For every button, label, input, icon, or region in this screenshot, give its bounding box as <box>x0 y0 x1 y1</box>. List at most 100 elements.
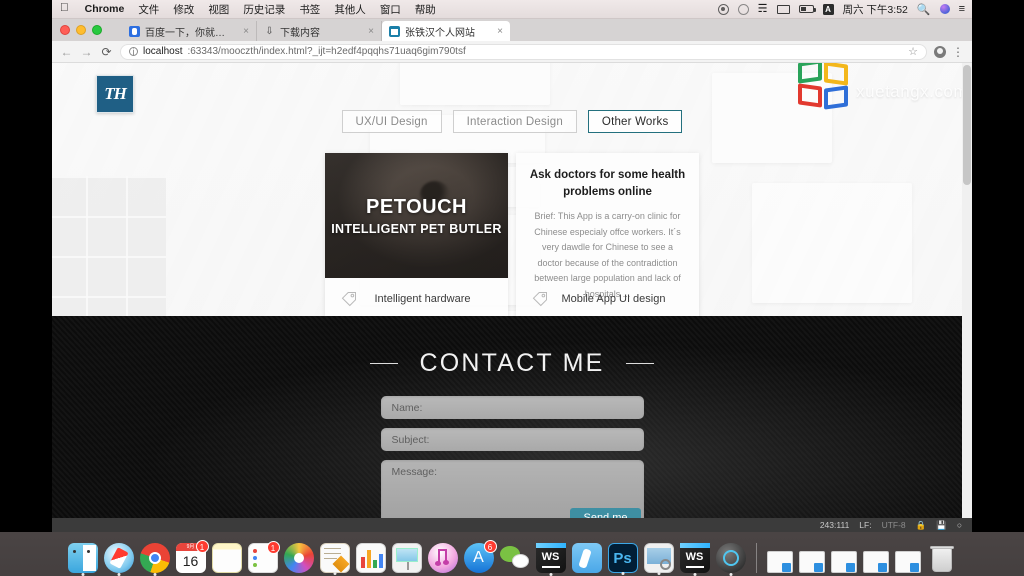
wifi-icon[interactable]: ☴ <box>758 3 768 15</box>
close-tab-icon[interactable]: × <box>233 26 249 37</box>
dock-item-calendar[interactable]: 9月 16 1 <box>175 540 209 573</box>
tab-strip: 百度一下，你就知道 × ⇩ 下载内容 × 张铁汉个人网站 × <box>52 19 972 41</box>
dock-item-wechat[interactable] <box>499 543 530 573</box>
tab-interaction-design[interactable]: Interaction Design <box>452 110 577 133</box>
menu-item-edit[interactable]: 修改 <box>166 2 201 17</box>
dock-item-app-store[interactable]: A 6 <box>463 540 497 573</box>
forward-button[interactable]: → <box>80 45 93 59</box>
close-window-button[interactable] <box>60 25 70 35</box>
minimized-window-4[interactable] <box>862 551 889 573</box>
dock-item-sketch[interactable] <box>571 543 602 573</box>
menu-item-window[interactable]: 窗口 <box>373 2 408 17</box>
window-controls <box>60 25 102 35</box>
minimized-window-3[interactable] <box>830 551 857 573</box>
menu-item-help[interactable]: 帮助 <box>408 2 443 17</box>
minimized-window-5[interactable] <box>894 551 921 573</box>
reminders-badge: 1 <box>266 541 280 554</box>
menu-item-chrome[interactable]: Chrome <box>78 3 132 15</box>
name-input[interactable]: Name: <box>380 396 644 419</box>
siri-icon[interactable] <box>939 4 950 14</box>
browser-tab-downloads[interactable]: ⇩ 下载内容 × <box>257 21 382 41</box>
subject-input[interactable]: Subject: <box>380 428 644 451</box>
dock-item-safari[interactable] <box>103 543 134 576</box>
card-footer-label: Mobile App UI design <box>561 292 666 305</box>
chrome-menu-icon[interactable]: ⋮ <box>952 45 964 59</box>
file-encoding[interactable]: UTF-8 <box>882 520 906 530</box>
menu-item-view[interactable]: 视图 <box>201 2 236 17</box>
menu-bar-status-items: ☴ A 周六 下午3:52 🔍 ≡ <box>717 2 972 17</box>
record-icon[interactable] <box>717 3 729 15</box>
heading-dash-left <box>369 362 398 365</box>
browser-tab-baidu[interactable]: 百度一下，你就知道 × <box>122 21 257 41</box>
display-icon[interactable] <box>776 4 790 14</box>
dock-item-reminders[interactable]: 1 <box>247 541 280 573</box>
watermark-text: xuetangx.com <box>856 81 968 101</box>
airplay-icon[interactable] <box>737 3 749 15</box>
menu-item-file[interactable]: 文件 <box>131 2 166 17</box>
address-bar[interactable]: i localhost :63343/mooczth/index.html?_i… <box>120 43 927 60</box>
menu-item-history[interactable]: 历史记录 <box>236 2 292 17</box>
dock-item-pages[interactable] <box>319 543 350 575</box>
site-logo[interactable]: TH <box>96 75 134 113</box>
dock-item-photoshop[interactable]: Ps <box>607 543 638 575</box>
dock-item-webstorm[interactable]: WS <box>535 543 566 576</box>
site-info-icon[interactable]: i <box>129 47 138 57</box>
chrome-window: 百度一下，你就知道 × ⇩ 下载内容 × 张铁汉个人网站 × ← → ⟳ i l… <box>52 19 972 532</box>
name-input-placeholder: Name: <box>391 401 423 414</box>
dock-item-finder[interactable] <box>67 543 98 576</box>
watermark: xuetangx.com <box>798 63 968 110</box>
page-scrollbar[interactable] <box>962 63 972 532</box>
dock-item-keynote[interactable] <box>391 543 422 573</box>
minimize-window-button[interactable] <box>76 25 86 35</box>
dock-item-photos[interactable] <box>283 543 314 573</box>
status-search-icon[interactable]: ○ <box>957 520 962 530</box>
maximize-window-button[interactable] <box>92 25 102 35</box>
card-overlay-subtitle: INTELLIGENT PET BUTLER <box>331 221 502 236</box>
back-button[interactable]: ← <box>60 45 73 59</box>
lock-icon[interactable]: 🔒 <box>916 520 927 531</box>
menu-item-people[interactable]: 其他人 <box>327 2 373 17</box>
scrollbar-thumb[interactable] <box>963 65 971 185</box>
close-tab-icon[interactable]: × <box>487 26 503 37</box>
reload-button[interactable]: ⟳ <box>100 45 113 59</box>
card-text-body: Ask doctors for some health problems onl… <box>516 153 699 299</box>
dock-item-itunes[interactable] <box>427 543 458 573</box>
apple-logo-icon[interactable]:  <box>60 3 69 15</box>
work-card-petouch[interactable]: PETOUCH INTELLIGENT PET BUTLER Intellige… <box>325 153 508 316</box>
line-separator[interactable]: LF: <box>859 520 871 530</box>
work-card-doctor-app[interactable]: Ask doctors for some health problems onl… <box>516 153 699 316</box>
input-source-icon[interactable]: A <box>822 3 834 15</box>
close-tab-icon[interactable]: × <box>358 26 374 37</box>
profile-avatar-icon[interactable] <box>934 45 946 58</box>
dock-item-quicktime[interactable] <box>715 543 746 576</box>
tab-label: 张铁汉个人网站 <box>405 27 475 39</box>
macos-menu-bar:  Chrome 文件 修改 视图 历史记录 书签 其他人 窗口 帮助 ☴ A … <box>52 0 972 19</box>
dock-item-trash[interactable] <box>927 543 957 573</box>
caret-position[interactable]: 243:111 <box>820 520 849 530</box>
tab-label: 百度一下，你就知道 <box>145 27 229 39</box>
browser-tab-personal-site[interactable]: 张铁汉个人网站 × <box>382 21 510 41</box>
card-footer-label: Intelligent hardware <box>374 292 471 305</box>
clock[interactable]: 周六 下午3:52 <box>843 2 908 17</box>
menu-item-bookmarks[interactable]: 书签 <box>292 2 327 17</box>
contact-heading-row: CONTACT ME <box>52 316 972 378</box>
dock-item-chrome[interactable] <box>139 543 170 576</box>
screen:  Chrome 文件 修改 视图 历史记录 书签 其他人 窗口 帮助 ☴ A … <box>0 0 1024 576</box>
baidu-favicon <box>129 25 140 37</box>
minimized-window-2[interactable] <box>798 551 825 573</box>
dock-item-numbers[interactable] <box>355 543 386 573</box>
tab-other-works[interactable]: Other Works <box>587 110 683 133</box>
minimized-window-1[interactable] <box>766 551 793 573</box>
bookmark-star-icon[interactable]: ☆ <box>908 45 918 58</box>
tab-label: Other Works <box>601 115 669 128</box>
save-icon[interactable]: 💾 <box>936 520 947 531</box>
dock-item-preview[interactable] <box>643 543 674 575</box>
dock-item-notes[interactable] <box>211 543 242 573</box>
dock-item-webstorm-2[interactable]: WS <box>679 543 710 576</box>
dock-separator <box>755 543 757 573</box>
card-title: Ask doctors for some health problems onl… <box>529 169 686 198</box>
spotlight-search-icon[interactable]: 🔍 <box>917 3 931 16</box>
notification-center-icon[interactable]: ≡ <box>959 3 965 15</box>
tab-ux-ui-design[interactable]: UX/UI Design <box>341 110 442 133</box>
battery-icon[interactable] <box>798 5 816 13</box>
